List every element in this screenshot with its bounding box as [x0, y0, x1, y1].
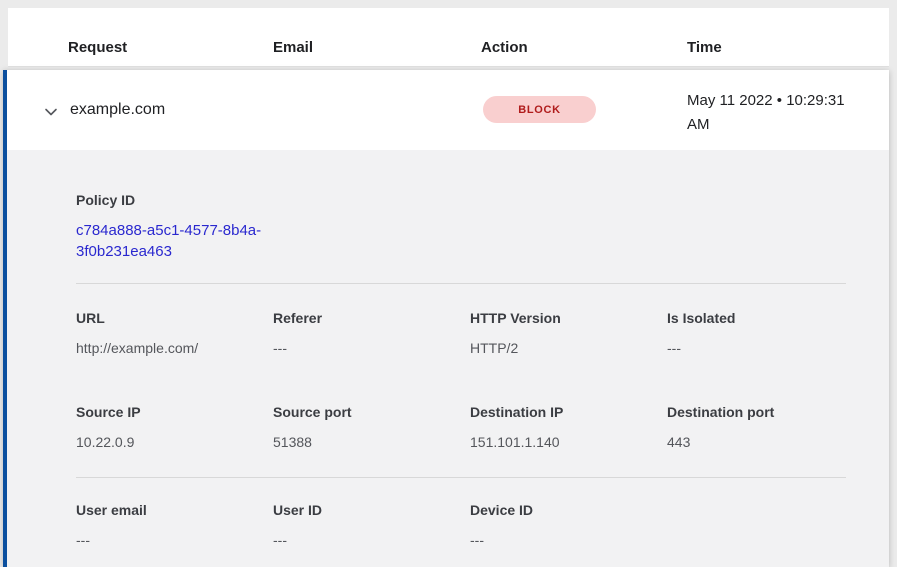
field-value: ---	[667, 340, 864, 356]
field-url: URL http://example.com/	[76, 310, 273, 356]
request-timestamp: May 11 2022 • 10:29:31 AM	[687, 89, 862, 137]
field-label: Destination IP	[470, 404, 667, 420]
chevron-down-icon	[43, 108, 59, 123]
action-status-badge: BLOCK	[483, 96, 596, 123]
request-domain: example.com	[70, 101, 165, 119]
column-header-time: Time	[687, 39, 722, 56]
field-user-id: User ID ---	[273, 502, 470, 548]
field-is-isolated: Is Isolated ---	[667, 310, 864, 356]
field-label: Source IP	[76, 404, 273, 420]
field-value: ---	[273, 532, 470, 548]
detail-field-row: Source IP 10.22.0.9 Source port 51388 De…	[76, 404, 864, 450]
field-value: 10.22.0.9	[76, 434, 273, 450]
field-value: ---	[470, 532, 667, 548]
column-header-action: Action	[481, 39, 528, 56]
field-value: HTTP/2	[470, 340, 667, 356]
field-label: User email	[76, 502, 273, 518]
field-http-version: HTTP Version HTTP/2	[470, 310, 667, 356]
policy-id-label: Policy ID	[76, 192, 135, 208]
field-label: Referer	[273, 310, 470, 326]
collapse-row-button[interactable]	[41, 102, 61, 122]
field-label: URL	[76, 310, 273, 326]
field-value: 151.101.1.140	[470, 434, 667, 450]
field-destination-port: Destination port 443	[667, 404, 864, 450]
field-label: Device ID	[470, 502, 667, 518]
field-label: Is Isolated	[667, 310, 864, 326]
field-referer: Referer ---	[273, 310, 470, 356]
detail-field-row: URL http://example.com/ Referer --- HTTP…	[76, 310, 864, 356]
section-divider	[76, 283, 846, 284]
field-destination-ip: Destination IP 151.101.1.140	[470, 404, 667, 450]
expanded-log-entry: example.com BLOCK May 11 2022 • 10:29:31…	[3, 70, 889, 567]
log-row[interactable]: example.com BLOCK May 11 2022 • 10:29:31…	[7, 70, 889, 150]
field-label: Destination port	[667, 404, 864, 420]
column-header-email: Email	[273, 39, 313, 56]
field-label: User ID	[273, 502, 470, 518]
policy-id-link[interactable]: c784a888-a5c1-4577-8b4a-3f0b231ea463	[76, 220, 281, 262]
log-detail-panel: Policy ID c784a888-a5c1-4577-8b4a-3f0b23…	[7, 150, 889, 567]
field-label: Source port	[273, 404, 470, 420]
field-device-id: Device ID ---	[470, 502, 667, 548]
field-label: HTTP Version	[470, 310, 667, 326]
field-user-email: User email ---	[76, 502, 273, 548]
detail-field-row: User email --- User ID --- Device ID ---	[76, 502, 667, 548]
column-header-request: Request	[68, 39, 127, 56]
field-value: 443	[667, 434, 864, 450]
field-value: 51388	[273, 434, 470, 450]
log-table-header: Request Email Action Time	[8, 8, 889, 67]
field-value: ---	[273, 340, 470, 356]
section-divider	[76, 477, 846, 478]
field-source-port: Source port 51388	[273, 404, 470, 450]
field-value: http://example.com/	[76, 340, 273, 356]
field-source-ip: Source IP 10.22.0.9	[76, 404, 273, 450]
field-value: ---	[76, 532, 273, 548]
